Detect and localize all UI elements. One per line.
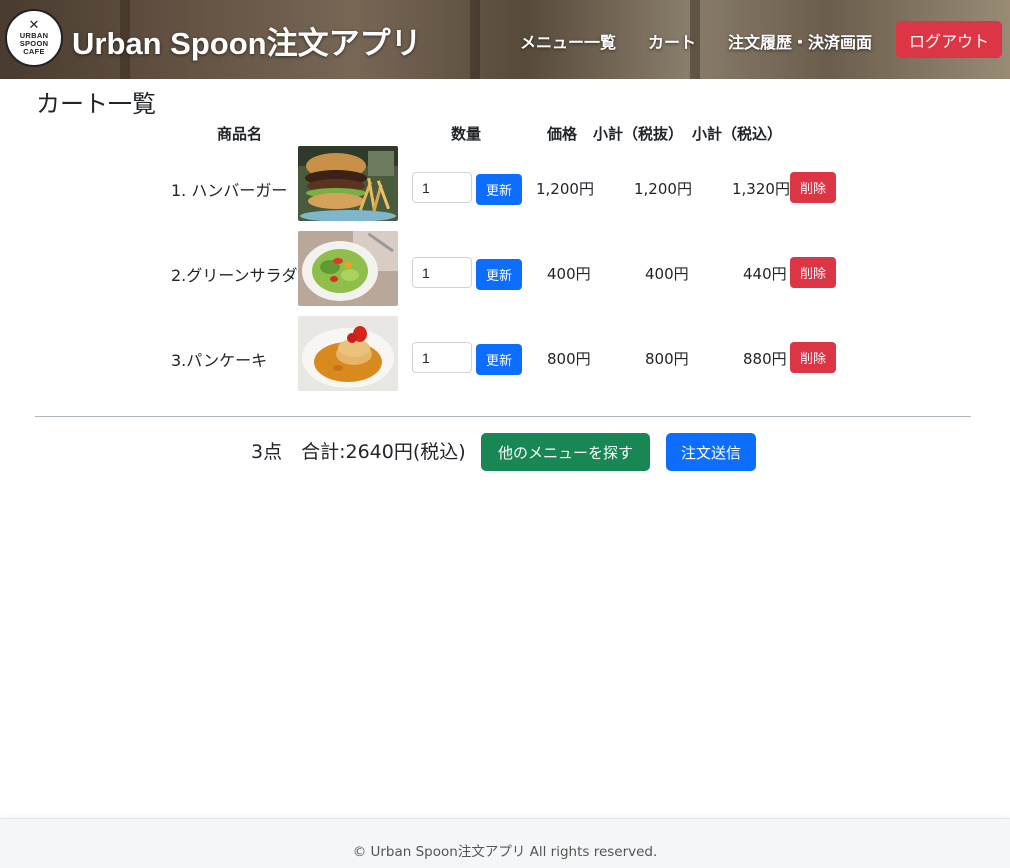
column-header-price: 価格: [547, 125, 578, 143]
subtotal-ex-cell: 400円: [645, 265, 689, 283]
delete-button[interactable]: 削除: [790, 172, 836, 203]
item-name: 2.グリーンサラダ: [171, 266, 298, 285]
divider: [35, 416, 971, 417]
update-button[interactable]: 更新: [476, 344, 522, 375]
footer: © Urban Spoon注文アプリ All rights reserved.: [0, 818, 1010, 868]
nav-link-history[interactable]: 注文履歴・決済画面: [728, 29, 872, 53]
subtotal-in-cell: 1,320円: [732, 180, 790, 198]
column-header-quantity: 数量: [451, 125, 482, 143]
brand-title[interactable]: Urban Spoon注文アプリ: [72, 18, 422, 63]
update-button[interactable]: 更新: [476, 174, 522, 205]
cart-total-summary: 3点 合計:2640円(税込): [251, 441, 466, 463]
cart-row: 3.パンケーキ 更新 800円 800円 880円 削除: [0, 316, 1010, 392]
price-cell: 1,200円: [536, 180, 594, 198]
nav-link-menu[interactable]: メニュー一覧: [520, 29, 616, 53]
nav-link-cart[interactable]: カート: [648, 29, 696, 53]
subtotal-ex-cell: 800円: [645, 350, 689, 368]
pancake-photo: [298, 316, 398, 391]
footer-copyright: © Urban Spoon注文アプリ All rights reserved.: [352, 844, 658, 860]
quantity-input[interactable]: [412, 342, 472, 373]
price-cell: 400円: [547, 265, 591, 283]
column-header-subtotal-ex: 小計（税抜）: [593, 125, 684, 143]
green-salad-photo: [298, 231, 398, 306]
delete-button[interactable]: 削除: [790, 257, 836, 288]
subtotal-in-cell: 880円: [743, 350, 787, 368]
item-name: 1. ハンバーガー: [171, 181, 288, 200]
logo-text-line: CAFE: [23, 47, 45, 56]
subtotal-ex-cell: 1,200円: [634, 180, 692, 198]
subtotal-in-cell: 440円: [743, 265, 787, 283]
column-header-subtotal-in: 小計（税込）: [692, 125, 783, 143]
cart-row: 1. ハンバーガー 更新 1,200円 1,200円 1,320円 削除: [0, 146, 1010, 222]
hamburger-photo: [298, 146, 398, 221]
price-cell: 800円: [547, 350, 591, 368]
quantity-input[interactable]: [412, 172, 472, 203]
header-bar: ✕ URBAN SPOON CAFE Urban Spoon注文アプリ メニュー…: [0, 0, 1010, 79]
logout-button[interactable]: ログアウト: [896, 21, 1002, 58]
update-button[interactable]: 更新: [476, 259, 522, 290]
cart-row: 2.グリーンサラダ 更新 400円 400円 440円 削除: [0, 231, 1010, 307]
column-header-product: 商品名: [217, 125, 263, 143]
submit-order-button[interactable]: 注文送信: [666, 433, 756, 471]
item-name: 3.パンケーキ: [171, 351, 268, 370]
quantity-input[interactable]: [412, 257, 472, 288]
page-title: カート一覧: [36, 90, 156, 118]
delete-button[interactable]: 削除: [790, 342, 836, 373]
cafe-logo[interactable]: ✕ URBAN SPOON CAFE: [5, 9, 63, 67]
browse-menu-button[interactable]: 他のメニューを探す: [481, 433, 650, 471]
